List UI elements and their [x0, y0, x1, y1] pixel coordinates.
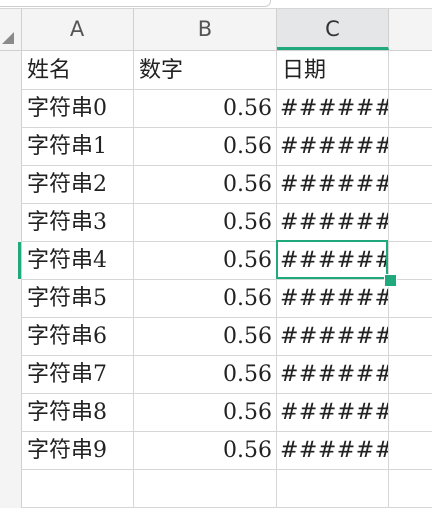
- column-header-a[interactable]: A: [21, 9, 134, 50]
- cell-b6[interactable]: 0.56: [134, 242, 276, 279]
- cell-a5[interactable]: 字符串3: [22, 204, 133, 241]
- cell-b5[interactable]: 0.56: [134, 204, 276, 241]
- cell-c12[interactable]: [277, 470, 388, 507]
- cell-b7[interactable]: 0.56: [134, 280, 276, 317]
- column-header-row: A B C: [0, 9, 432, 51]
- column-header-b[interactable]: B: [134, 9, 277, 50]
- cell-c11[interactable]: ######: [277, 432, 388, 469]
- cell-c8[interactable]: ######: [277, 318, 388, 355]
- cell-b11[interactable]: 0.56: [134, 432, 276, 469]
- cell-a12[interactable]: [22, 470, 133, 507]
- cell-b10[interactable]: 0.56: [134, 394, 276, 431]
- cell-a8[interactable]: 字符串6: [22, 318, 133, 355]
- cell-c1[interactable]: 日期: [277, 52, 388, 89]
- select-all-corner[interactable]: [0, 9, 22, 50]
- cell-b2[interactable]: 0.56: [134, 90, 276, 127]
- cell-a11[interactable]: 字符串9: [22, 432, 133, 469]
- cell-a7[interactable]: 字符串5: [22, 280, 133, 317]
- fill-handle[interactable]: [384, 274, 397, 287]
- cell-a1[interactable]: 姓名: [22, 52, 133, 89]
- cell-c7[interactable]: ######: [277, 280, 388, 317]
- cell-b4[interactable]: 0.56: [134, 166, 276, 203]
- top-bar: [0, 0, 432, 9]
- cell-c2[interactable]: ######: [277, 90, 388, 127]
- cell-b1[interactable]: 数字: [134, 52, 276, 89]
- cell-c9[interactable]: ######: [277, 356, 388, 393]
- cell-a6[interactable]: 字符串4: [22, 242, 133, 279]
- cell-a3[interactable]: 字符串1: [22, 128, 133, 165]
- column-header-c[interactable]: C: [277, 9, 389, 50]
- cell-a4[interactable]: 字符串2: [22, 166, 133, 203]
- cell-c4[interactable]: ######: [277, 166, 388, 203]
- select-all-triangle-icon: [2, 32, 14, 44]
- cell-a2[interactable]: 字符串0: [22, 90, 133, 127]
- cell-b8[interactable]: 0.56: [134, 318, 276, 355]
- cell-c3[interactable]: ######: [277, 128, 388, 165]
- selected-row-marker: [18, 242, 21, 279]
- cell-c5[interactable]: ######: [277, 204, 388, 241]
- cell-b9[interactable]: 0.56: [134, 356, 276, 393]
- cell-a10[interactable]: 字符串8: [22, 394, 133, 431]
- cell-b12[interactable]: [134, 470, 276, 507]
- cell-a9[interactable]: 字符串7: [22, 356, 133, 393]
- cell-b3[interactable]: 0.56: [134, 128, 276, 165]
- active-cell-border: [276, 240, 388, 279]
- formula-bar-edge: [0, 0, 271, 7]
- row-header-column: [0, 51, 22, 508]
- cell-c10[interactable]: ######: [277, 394, 388, 431]
